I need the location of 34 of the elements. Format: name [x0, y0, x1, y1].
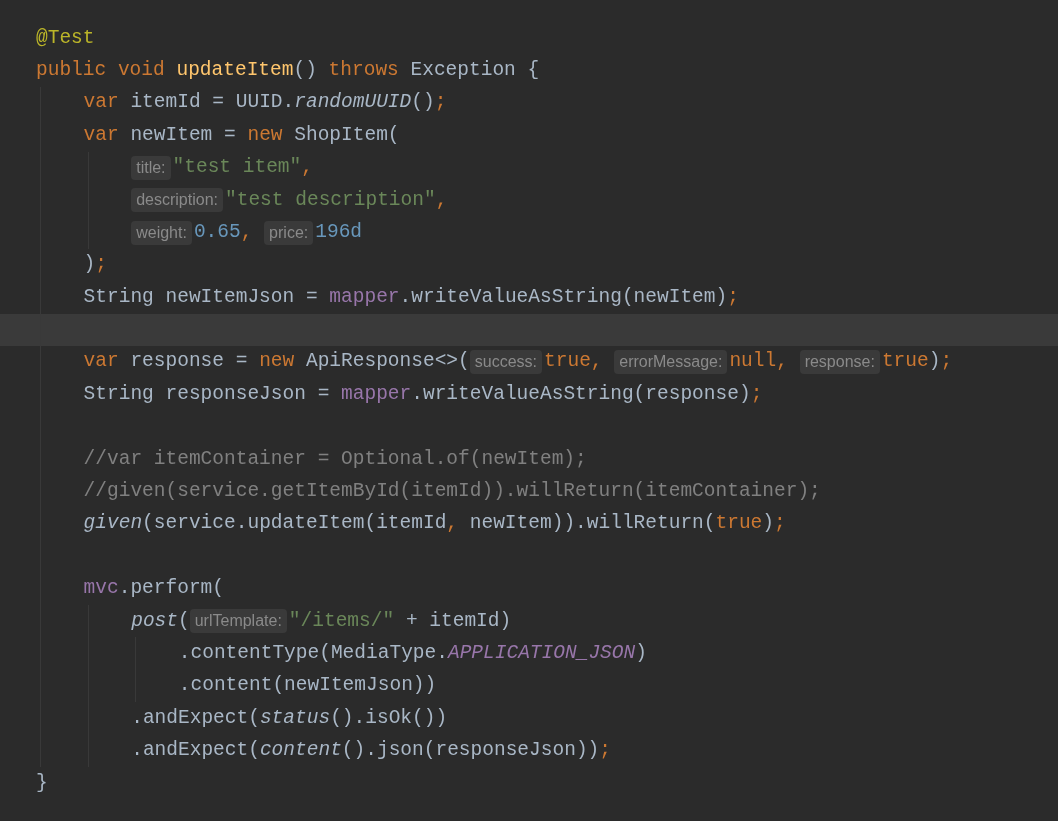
code-text: "test description",	[225, 187, 448, 213]
code-line: }	[36, 770, 48, 796]
parameter-hint: weight:	[131, 220, 192, 245]
code-line: .contentType(MediaType.APPLICATION_JSON)	[178, 641, 647, 666]
code-text: 0.65,	[193, 219, 254, 245]
code-line: .content(newItemJson))	[178, 673, 437, 699]
code-text: 196d	[315, 219, 363, 245]
code-line: var newItem = new ShopItem(	[83, 122, 400, 148]
code-line: String responseJson = mapper.writeValueAsString(response);	[83, 381, 763, 407]
code-line: //var itemContainer = Optional.of(newItem);	[83, 446, 587, 472]
code-line: );	[83, 252, 107, 278]
code-line: //given(service.getItemById(itemId)).willReturn(itemContainer);	[83, 479, 821, 505]
code-line: .andExpect(content().json(responseJson));	[131, 738, 611, 764]
code-text: var response = new ApiResponse<>(	[83, 349, 470, 375]
code-line: mvc.perform(	[83, 576, 225, 602]
parameter-hint: success:	[469, 350, 543, 375]
code-text: "/items/" + itemId)	[288, 608, 512, 634]
code-text: post(	[131, 608, 190, 634]
code-text: null,	[729, 349, 789, 375]
code-text: true,	[544, 349, 604, 375]
code-line: @Test	[36, 25, 95, 51]
code-text: true);	[881, 349, 953, 375]
parameter-hint: response:	[799, 350, 880, 375]
code-line: given(service.updateItem(itemId, newItem)).willReturn(true);	[83, 511, 786, 537]
code-line: String newItemJson = mapper.writeValueAsString(newItem);	[83, 284, 739, 310]
code-line: public void updateItem() throws Exception {	[36, 57, 540, 83]
code-line: var itemId = UUID.randomUUID();	[83, 90, 447, 116]
code-text: "test item",	[172, 155, 313, 181]
parameter-hint: description:	[131, 188, 223, 213]
parameter-hint: title:	[131, 155, 171, 180]
parameter-hint: urlTemplate:	[189, 609, 287, 634]
code-line: .andExpect(status().isOk())	[131, 705, 448, 731]
parameter-hint: errorMessage:	[614, 350, 728, 375]
parameter-hint: price:	[264, 220, 314, 245]
